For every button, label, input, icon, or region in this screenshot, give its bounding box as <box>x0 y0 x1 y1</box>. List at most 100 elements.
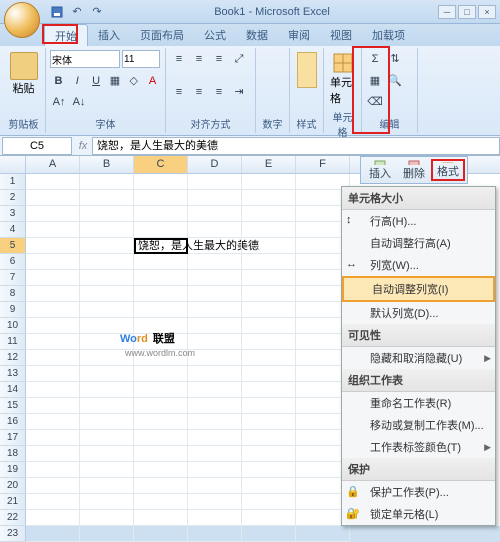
italic-button[interactable]: I <box>69 72 86 90</box>
col-header-A[interactable]: A <box>26 156 80 173</box>
cell-C22[interactable] <box>134 510 188 526</box>
cell-D23[interactable] <box>188 526 242 542</box>
row-header-19[interactable]: 19 <box>0 462 26 478</box>
cell-B10[interactable] <box>80 318 134 334</box>
cell-E3[interactable] <box>242 206 296 222</box>
undo-icon[interactable]: ↶ <box>68 3 86 21</box>
cell-B6[interactable] <box>80 254 134 270</box>
cell-B8[interactable] <box>80 286 134 302</box>
cell-button[interactable]: 单元格 <box>328 50 357 108</box>
tab-3[interactable]: 公式 <box>194 24 236 46</box>
cell-C14[interactable] <box>134 382 188 398</box>
cell-B4[interactable] <box>80 222 134 238</box>
cell-A15[interactable] <box>26 398 80 414</box>
autosum-button[interactable]: Σ <box>366 50 384 68</box>
cell-D13[interactable] <box>188 366 242 382</box>
shrink-font-button[interactable]: A↓ <box>70 93 88 111</box>
cell-E6[interactable] <box>242 254 296 270</box>
cell-B2[interactable] <box>80 190 134 206</box>
cell-B11[interactable] <box>80 334 134 350</box>
cell-E10[interactable] <box>242 318 296 334</box>
cell-B7[interactable] <box>80 270 134 286</box>
insert-cells-button[interactable]: 插入 <box>363 159 397 181</box>
tab-1[interactable]: 插入 <box>88 24 130 46</box>
close-button[interactable]: × <box>478 5 496 19</box>
cell-A11[interactable] <box>26 334 80 350</box>
cell-E23[interactable] <box>242 526 296 542</box>
cell-C16[interactable] <box>134 414 188 430</box>
cell-D2[interactable] <box>188 190 242 206</box>
cell-B13[interactable] <box>80 366 134 382</box>
cell-C4[interactable] <box>134 222 188 238</box>
row-header-5[interactable]: 5 <box>0 238 26 254</box>
cell-A12[interactable] <box>26 350 80 366</box>
grow-font-button[interactable]: A↑ <box>50 93 68 111</box>
cell-E18[interactable] <box>242 446 296 462</box>
row-header-18[interactable]: 18 <box>0 446 26 462</box>
cell-B12[interactable] <box>80 350 134 366</box>
cell-E11[interactable] <box>242 334 296 350</box>
row-header-8[interactable]: 8 <box>0 286 26 302</box>
menu-rename-sheet[interactable]: 重命名工作表(R) <box>342 392 495 414</box>
name-box[interactable]: C5 <box>2 137 72 155</box>
cell-A6[interactable] <box>26 254 80 270</box>
cell-E2[interactable] <box>242 190 296 206</box>
cell-C15[interactable] <box>134 398 188 414</box>
cell-A23[interactable] <box>26 526 80 542</box>
cell-D11[interactable] <box>188 334 242 350</box>
cell-E5[interactable] <box>242 238 296 254</box>
cell-A1[interactable] <box>26 174 80 190</box>
cell-A21[interactable] <box>26 494 80 510</box>
cell-C3[interactable] <box>134 206 188 222</box>
align-right-button[interactable]: ≡ <box>210 83 228 101</box>
cell-D1[interactable] <box>188 174 242 190</box>
tab-7[interactable]: 加载项 <box>362 24 415 46</box>
cell-C6[interactable] <box>134 254 188 270</box>
cell-A19[interactable] <box>26 462 80 478</box>
cell-C5[interactable]: 饶恕，是人生最大的美德 <box>134 238 188 254</box>
cell-A17[interactable] <box>26 430 80 446</box>
cell-A7[interactable] <box>26 270 80 286</box>
cell-C21[interactable] <box>134 494 188 510</box>
cell-E9[interactable] <box>242 302 296 318</box>
tab-5[interactable]: 审阅 <box>278 24 320 46</box>
tab-0[interactable]: 开始 <box>44 24 88 46</box>
number-button[interactable] <box>260 50 285 90</box>
fill-button[interactable]: ▦ <box>366 72 384 90</box>
cell-C9[interactable] <box>134 302 188 318</box>
cell-D7[interactable] <box>188 270 242 286</box>
cell-D19[interactable] <box>188 462 242 478</box>
cell-E17[interactable] <box>242 430 296 446</box>
cell-E12[interactable] <box>242 350 296 366</box>
row-header-1[interactable]: 1 <box>0 174 26 190</box>
cell-C20[interactable] <box>134 478 188 494</box>
menu-col-width[interactable]: ↔列宽(W)... <box>342 254 495 276</box>
cell-A13[interactable] <box>26 366 80 382</box>
menu-hide-unhide[interactable]: 隐藏和取消隐藏(U)▶ <box>342 347 495 369</box>
maximize-button[interactable]: □ <box>458 5 476 19</box>
fill-color-button[interactable]: ◇ <box>125 72 142 90</box>
cell-D3[interactable] <box>188 206 242 222</box>
cell-B19[interactable] <box>80 462 134 478</box>
row-header-13[interactable]: 13 <box>0 366 26 382</box>
paste-button[interactable]: 粘贴 <box>6 50 41 98</box>
cell-D5[interactable] <box>188 238 242 254</box>
cell-C18[interactable] <box>134 446 188 462</box>
row-header-22[interactable]: 22 <box>0 510 26 526</box>
cell-E4[interactable] <box>242 222 296 238</box>
font-name-select[interactable] <box>50 50 120 68</box>
row-header-4[interactable]: 4 <box>0 222 26 238</box>
cell-B22[interactable] <box>80 510 134 526</box>
cell-E19[interactable] <box>242 462 296 478</box>
cell-B9[interactable] <box>80 302 134 318</box>
menu-default-width[interactable]: 默认列宽(D)... <box>342 302 495 324</box>
row-header-11[interactable]: 11 <box>0 334 26 350</box>
format-cells-button[interactable]: 格式 <box>431 159 465 181</box>
font-color-button[interactable]: A <box>144 72 161 90</box>
cell-D20[interactable] <box>188 478 242 494</box>
col-header-C[interactable]: C <box>134 156 188 173</box>
cell-E22[interactable] <box>242 510 296 526</box>
row-header-10[interactable]: 10 <box>0 318 26 334</box>
cell-C19[interactable] <box>134 462 188 478</box>
cell-C1[interactable] <box>134 174 188 190</box>
